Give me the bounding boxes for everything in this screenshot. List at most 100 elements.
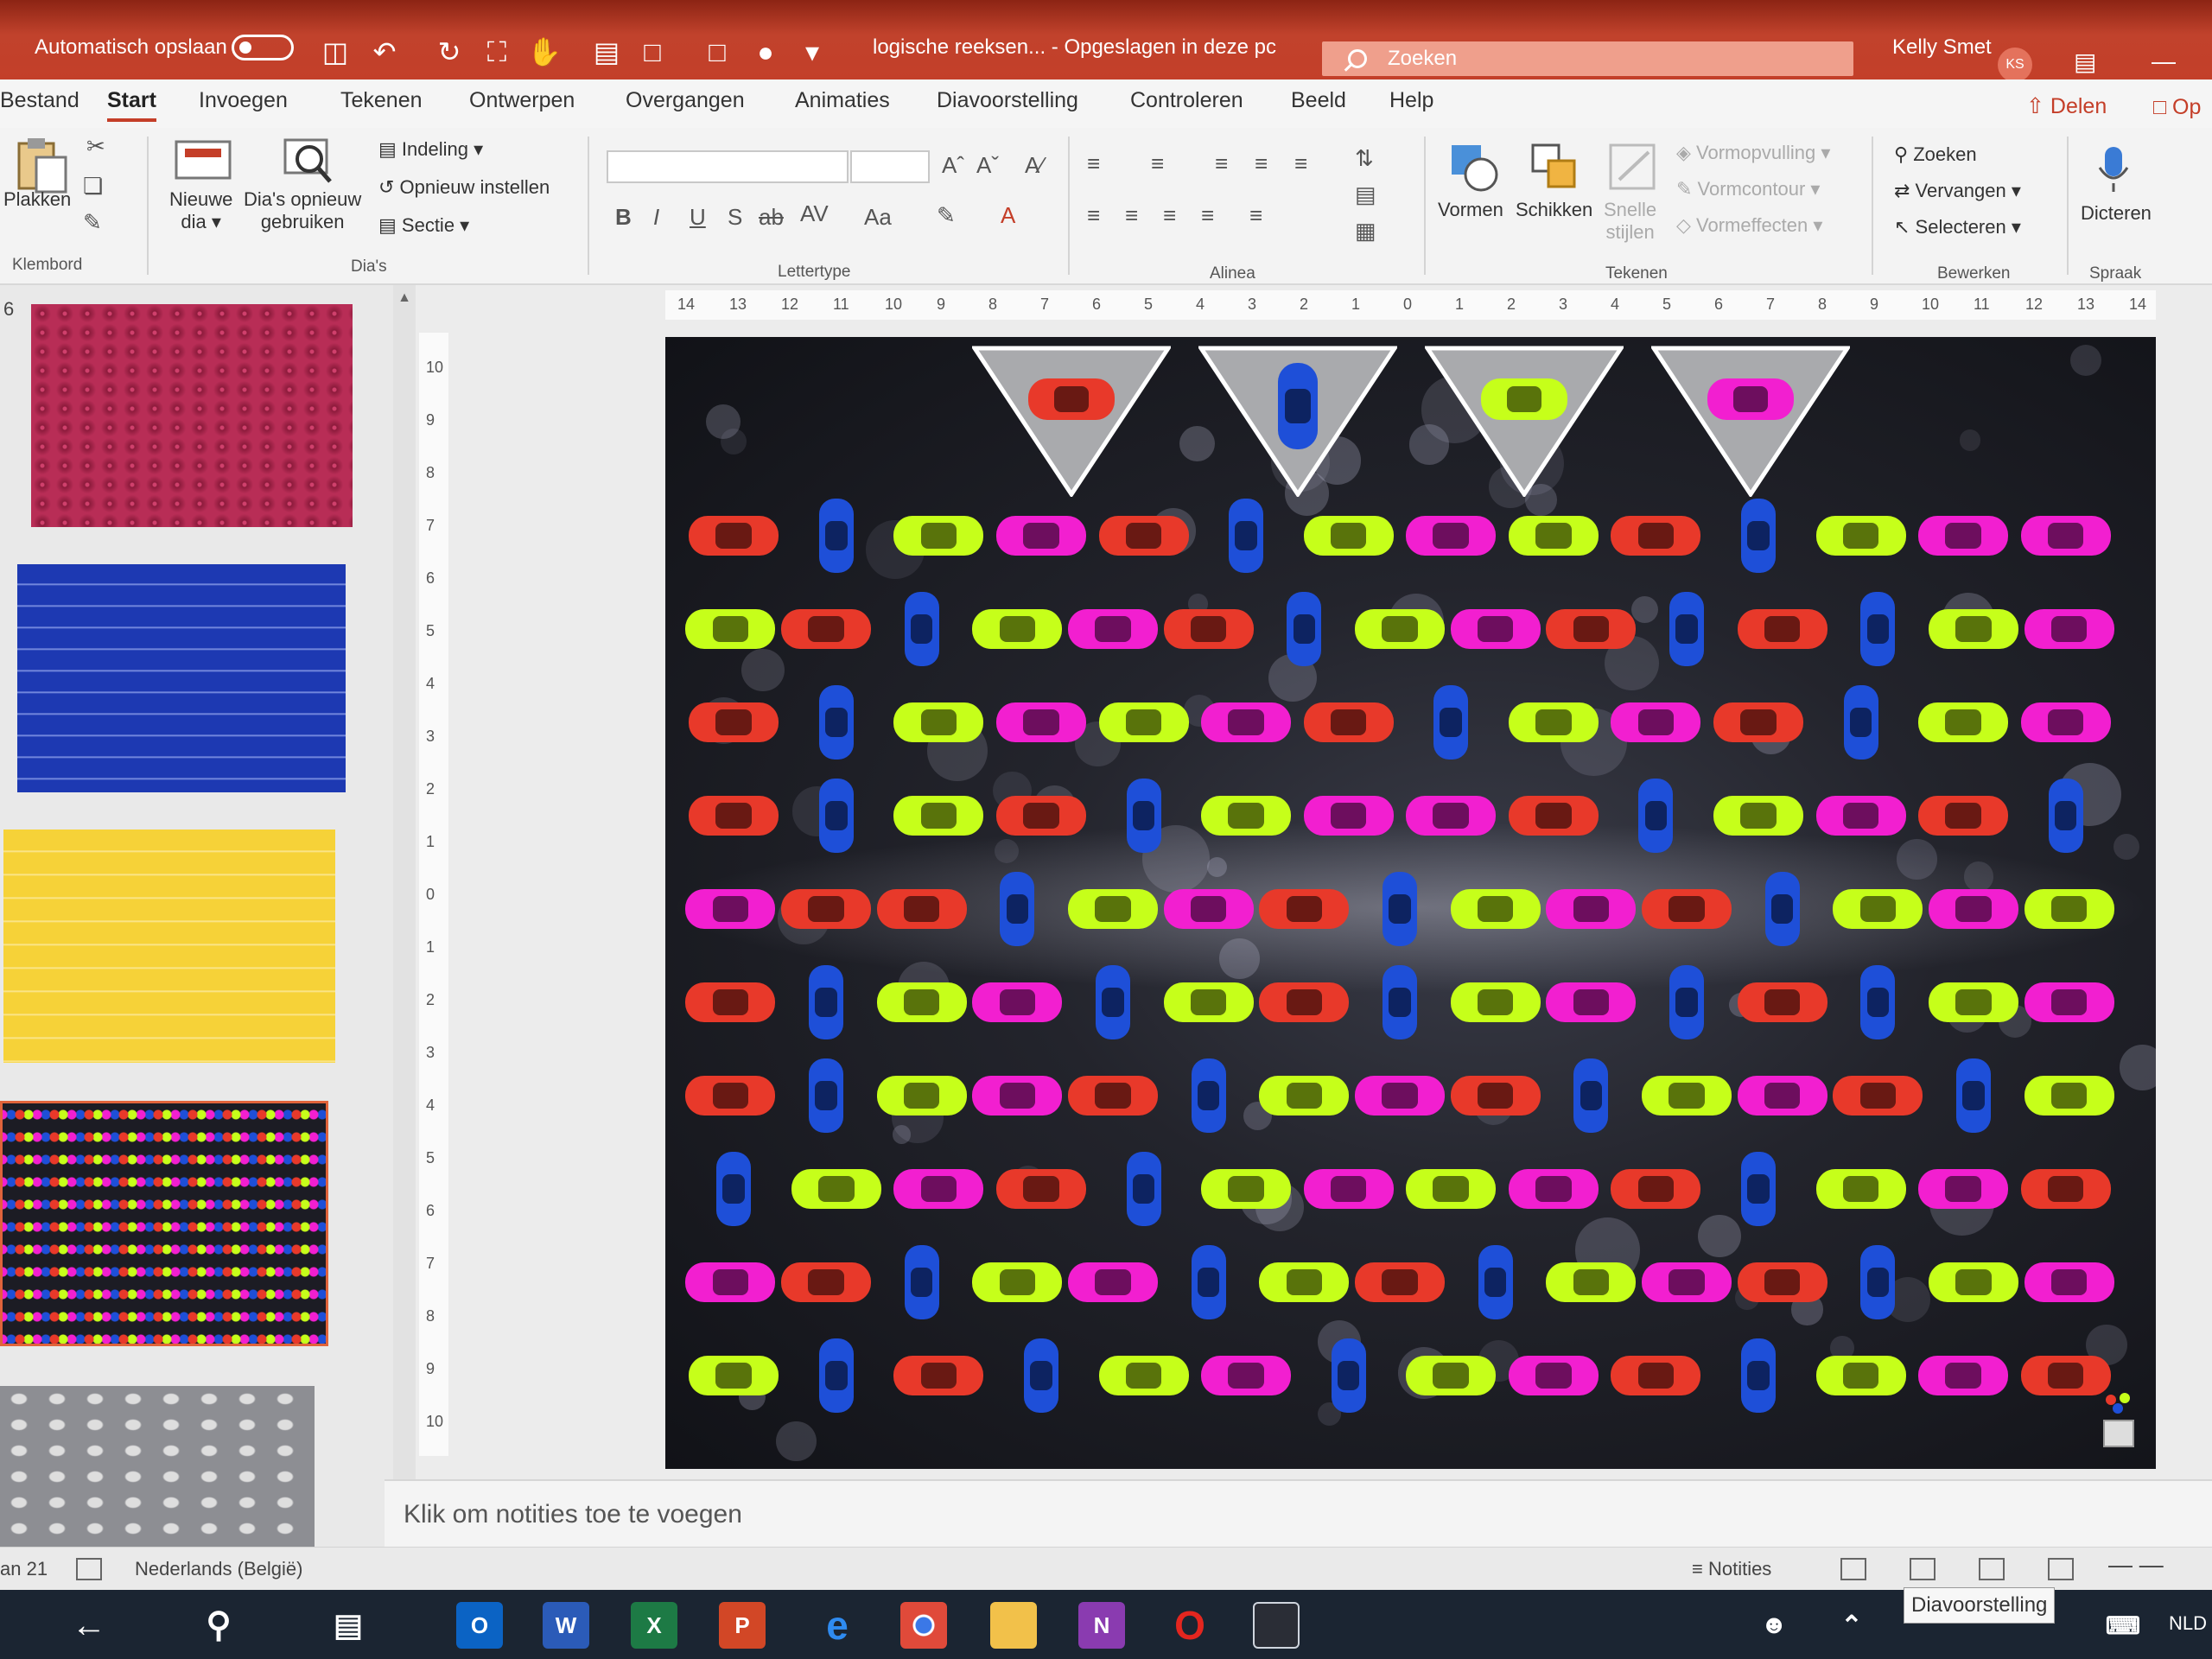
- edge-icon[interactable]: e: [814, 1602, 861, 1649]
- tab-beeld[interactable]: Beeld: [1291, 88, 1346, 113]
- zoom-slider[interactable]: — —: [2108, 1551, 2164, 1579]
- section-button[interactable]: ▤ Sectie ▾: [378, 214, 469, 237]
- justify-icon[interactable]: ≡: [1201, 202, 1214, 229]
- font-name-field[interactable]: [607, 150, 849, 183]
- bullets-icon[interactable]: ≡: [1087, 150, 1100, 177]
- text-direction-icon[interactable]: ⇅: [1355, 145, 1374, 172]
- opera-icon[interactable]: O: [1166, 1602, 1213, 1649]
- back-icon[interactable]: ←: [66, 1602, 112, 1649]
- autosave-toggle[interactable]: [232, 35, 294, 60]
- input-language[interactable]: NLD: [2169, 1612, 2207, 1635]
- tab-diavoorstelling[interactable]: Diavoorstelling: [937, 88, 1078, 113]
- replace-button[interactable]: ⇄ Vervangen ▾: [1894, 180, 2021, 202]
- reset-button[interactable]: ↺ Opnieuw instellen: [378, 176, 550, 199]
- decrease-font-icon[interactable]: Aˇ: [976, 152, 999, 179]
- slideshow-view-icon[interactable]: [2048, 1558, 2074, 1580]
- font-color-icon[interactable]: A: [1001, 202, 1015, 229]
- dictate-button[interactable]: Dicteren: [2081, 202, 2152, 225]
- shape-effects-button[interactable]: ◇ Vormeffecten ▾: [1676, 214, 1822, 237]
- change-case-icon[interactable]: Aa: [864, 204, 892, 231]
- tab-bestand[interactable]: Bestand: [0, 88, 79, 113]
- slide-thumbnail-cars[interactable]: [0, 1101, 328, 1346]
- shapes-icon[interactable]: □: [635, 35, 670, 69]
- copy-icon[interactable]: ❏: [83, 173, 103, 200]
- tab-tekenen[interactable]: Tekenen: [340, 88, 423, 113]
- slide-canvas[interactable]: [665, 337, 2156, 1469]
- keyboard-icon[interactable]: ⌨: [2100, 1602, 2146, 1649]
- people-icon[interactable]: ☻: [1751, 1602, 1797, 1649]
- shadow-icon[interactable]: S: [728, 204, 742, 231]
- chevron-up-icon[interactable]: ⌃: [1828, 1602, 1875, 1649]
- align-left-icon[interactable]: ≡: [1087, 202, 1100, 229]
- photos-icon[interactable]: [1253, 1602, 1300, 1649]
- cut-icon[interactable]: ✂: [86, 133, 105, 160]
- tab-overgangen[interactable]: Overgangen: [626, 88, 745, 113]
- textbox-icon[interactable]: ▤: [589, 35, 624, 69]
- save-icon[interactable]: ◫: [318, 35, 353, 69]
- align-text-icon[interactable]: ▤: [1355, 181, 1376, 208]
- new-slide-button[interactable]: Nieuwe dia ▾: [169, 188, 232, 233]
- select-button[interactable]: ↖ Selecteren ▾: [1894, 216, 2021, 238]
- scroll-up-icon[interactable]: ▲: [396, 290, 413, 306]
- notes-button[interactable]: ≡ Notities: [1692, 1558, 1771, 1580]
- decrease-indent-icon[interactable]: ≡: [1215, 150, 1228, 177]
- shape-fill-button[interactable]: ◈ Vormopvulling ▾: [1676, 142, 1830, 164]
- thumbnail-scrollbar[interactable]: ▲ ▼: [393, 285, 416, 1547]
- layout-button[interactable]: ▤ Indeling ▾: [378, 138, 483, 161]
- clear-format-icon[interactable]: A∕: [1025, 152, 1044, 179]
- present-icon[interactable]: ⛶: [480, 35, 514, 69]
- minimize-icon[interactable]: —: [2152, 48, 2176, 75]
- line-spacing-icon[interactable]: ≡: [1294, 150, 1307, 177]
- increase-font-icon[interactable]: Aˆ: [942, 152, 964, 179]
- new-file-icon[interactable]: □: [700, 35, 734, 69]
- reuse-slides-button[interactable]: Dia's opnieuw gebruiken: [244, 188, 361, 233]
- chrome-icon[interactable]: [900, 1602, 947, 1649]
- align-right-icon[interactable]: ≡: [1163, 202, 1176, 229]
- bold-icon[interactable]: B: [615, 204, 632, 231]
- align-center-icon[interactable]: ≡: [1125, 202, 1138, 229]
- italic-icon[interactable]: I: [653, 204, 659, 231]
- tab-help[interactable]: Help: [1389, 88, 1433, 113]
- tab-invoegen[interactable]: Invoegen: [199, 88, 288, 113]
- numbering-icon[interactable]: ≡: [1151, 150, 1164, 177]
- word-icon[interactable]: W: [543, 1602, 589, 1649]
- strikethrough-icon[interactable]: ab: [759, 204, 784, 231]
- columns-icon[interactable]: ≡: [1249, 202, 1262, 229]
- undo-icon[interactable]: ↶: [367, 35, 402, 69]
- avatar[interactable]: KS: [1998, 48, 2032, 82]
- notes-pane[interactable]: Klik om notities toe te voegen: [385, 1479, 2212, 1547]
- arrange-button[interactable]: Schikken: [1516, 199, 1592, 221]
- search-taskbar-icon[interactable]: ⚲: [195, 1602, 242, 1649]
- increase-indent-icon[interactable]: ≡: [1255, 150, 1268, 177]
- search-input[interactable]: Zoeken: [1322, 41, 1853, 76]
- accessibility-icon[interactable]: [76, 1558, 102, 1580]
- powerpoint-icon[interactable]: P: [719, 1602, 766, 1649]
- smartart-icon[interactable]: ▦: [1355, 218, 1376, 245]
- onenote-icon[interactable]: N: [1078, 1602, 1125, 1649]
- paste-button[interactable]: Plakken: [3, 188, 71, 211]
- slide-thumbnail-blue[interactable]: [17, 564, 346, 792]
- quick-styles-button[interactable]: Snelle stijlen: [1604, 199, 1656, 244]
- slide-sorter-icon[interactable]: [1910, 1558, 1936, 1580]
- comments-button[interactable]: □ Op: [2153, 95, 2201, 120]
- tab-ontwerpen[interactable]: Ontwerpen: [469, 88, 575, 113]
- underline-icon[interactable]: U: [690, 204, 706, 231]
- task-view-icon[interactable]: ▤: [325, 1602, 372, 1649]
- slide-thumbnail-gray[interactable]: [0, 1386, 315, 1547]
- touch-mode-icon[interactable]: ✋: [527, 35, 562, 69]
- record-icon[interactable]: ●: [748, 35, 783, 69]
- highlight-icon[interactable]: ✎: [937, 202, 956, 229]
- file-explorer-icon[interactable]: [990, 1602, 1037, 1649]
- reading-view-icon[interactable]: [1979, 1558, 2005, 1580]
- redo-icon[interactable]: ↻: [432, 35, 467, 69]
- find-button[interactable]: ⚲ Zoeken: [1894, 143, 1977, 166]
- slide-thumbnail-cupcakes[interactable]: [31, 304, 353, 527]
- outlook-icon[interactable]: O: [456, 1602, 503, 1649]
- normal-view-icon[interactable]: [1840, 1558, 1866, 1580]
- share-button[interactable]: ⇧ Delen: [2026, 93, 2107, 119]
- spacing-icon[interactable]: AV: [800, 200, 829, 227]
- shape-outline-button[interactable]: ✎ Vormcontour ▾: [1676, 178, 1820, 200]
- excel-icon[interactable]: X: [631, 1602, 677, 1649]
- tab-animaties[interactable]: Animaties: [795, 88, 890, 113]
- customize-qat-icon[interactable]: ▾: [795, 35, 830, 69]
